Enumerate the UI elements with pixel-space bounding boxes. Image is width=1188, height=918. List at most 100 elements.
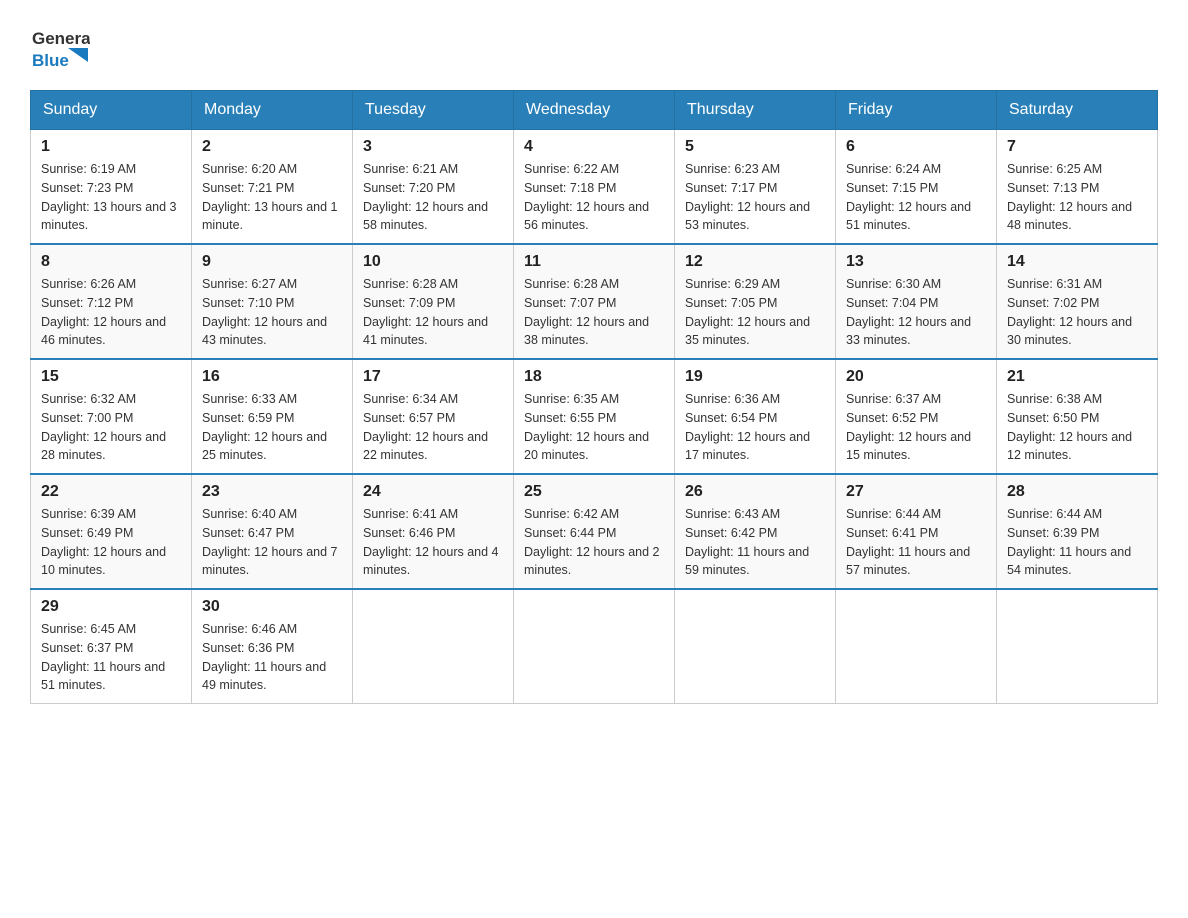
day-number: 14 [1007,253,1147,271]
calendar-day-cell: 9 Sunrise: 6:27 AMSunset: 7:10 PMDaylight… [192,244,353,359]
day-info: Sunrise: 6:46 AMSunset: 6:36 PMDaylight:… [202,620,342,695]
day-info: Sunrise: 6:34 AMSunset: 6:57 PMDaylight:… [363,390,503,465]
day-number: 19 [685,368,825,386]
calendar-day-cell: 12 Sunrise: 6:29 AMSunset: 7:05 PMDayligh… [675,244,836,359]
calendar-day-cell: 1Sunrise: 6:19 AMSunset: 7:23 PMDaylight… [31,130,192,245]
weekday-header-saturday: Saturday [997,91,1158,130]
day-info: Sunrise: 6:31 AMSunset: 7:02 PMDaylight:… [1007,275,1147,350]
page-header: General Blue [30,20,1158,80]
calendar-day-cell: 20Sunrise: 6:37 AMSunset: 6:52 PMDayligh… [836,359,997,474]
weekday-header-thursday: Thursday [675,91,836,130]
logo-icon: General Blue [30,20,90,75]
day-number: 29 [41,598,181,616]
calendar-day-cell: 6 Sunrise: 6:24 AMSunset: 7:15 PMDaylight… [836,130,997,245]
weekday-header-row: SundayMondayTuesdayWednesdayThursdayFrid… [31,91,1158,130]
weekday-header-wednesday: Wednesday [514,91,675,130]
calendar-day-cell: 15Sunrise: 6:32 AMSunset: 7:00 PMDayligh… [31,359,192,474]
calendar-day-cell: 18 Sunrise: 6:35 AMSunset: 6:55 PMDayligh… [514,359,675,474]
calendar-day-cell: 26 Sunrise: 6:43 AMSunset: 6:42 PMDayligh… [675,474,836,589]
day-info: Sunrise: 6:45 AMSunset: 6:37 PMDaylight:… [41,620,181,695]
day-number: 17 [363,368,503,386]
day-number: 13 [846,253,986,271]
day-info: Sunrise: 6:41 AMSunset: 6:46 PMDaylight:… [363,505,503,580]
day-number: 28 [1007,483,1147,501]
day-info: Sunrise: 6:28 AMSunset: 7:07 PMDaylight:… [524,275,664,350]
day-info: Sunrise: 6:36 AMSunset: 6:54 PMDaylight:… [685,390,825,465]
day-number: 15 [41,368,181,386]
calendar-day-cell: 22Sunrise: 6:39 AMSunset: 6:49 PMDayligh… [31,474,192,589]
calendar-day-cell: 16 Sunrise: 6:33 AMSunset: 6:59 PMDayligh… [192,359,353,474]
day-number: 8 [41,253,181,271]
calendar-day-cell: 19 Sunrise: 6:36 AMSunset: 6:54 PMDayligh… [675,359,836,474]
calendar-day-cell: 10Sunrise: 6:28 AMSunset: 7:09 PMDayligh… [353,244,514,359]
day-info: Sunrise: 6:19 AMSunset: 7:23 PMDaylight:… [41,160,181,235]
day-info: Sunrise: 6:24 AMSunset: 7:15 PMDaylight:… [846,160,986,235]
day-number: 5 [685,138,825,156]
calendar-day-cell: 4Sunrise: 6:22 AMSunset: 7:18 PMDaylight… [514,130,675,245]
calendar-day-cell: 5 Sunrise: 6:23 AMSunset: 7:17 PMDaylight… [675,130,836,245]
day-number: 24 [363,483,503,501]
weekday-header-sunday: Sunday [31,91,192,130]
day-info: Sunrise: 6:23 AMSunset: 7:17 PMDaylight:… [685,160,825,235]
calendar-day-cell: 2 Sunrise: 6:20 AMSunset: 7:21 PMDaylight… [192,130,353,245]
svg-text:Blue: Blue [32,51,69,70]
day-number: 9 [202,253,342,271]
day-info: Sunrise: 6:33 AMSunset: 6:59 PMDaylight:… [202,390,342,465]
weekday-header-friday: Friday [836,91,997,130]
day-number: 18 [524,368,664,386]
day-info: Sunrise: 6:30 AMSunset: 7:04 PMDaylight:… [846,275,986,350]
calendar-week-row: 1Sunrise: 6:19 AMSunset: 7:23 PMDaylight… [31,130,1158,245]
calendar-day-cell: 17 Sunrise: 6:34 AMSunset: 6:57 PMDayligh… [353,359,514,474]
calendar-day-cell: 27 Sunrise: 6:44 AMSunset: 6:41 PMDayligh… [836,474,997,589]
day-info: Sunrise: 6:20 AMSunset: 7:21 PMDaylight:… [202,160,342,235]
day-info: Sunrise: 6:29 AMSunset: 7:05 PMDaylight:… [685,275,825,350]
calendar-day-cell [675,589,836,704]
weekday-header-tuesday: Tuesday [353,91,514,130]
day-info: Sunrise: 6:44 AMSunset: 6:41 PMDaylight:… [846,505,986,580]
calendar-day-cell [997,589,1158,704]
calendar-day-cell [836,589,997,704]
day-number: 21 [1007,368,1147,386]
calendar-day-cell: 29 Sunrise: 6:45 AMSunset: 6:37 PMDayligh… [31,589,192,704]
calendar-day-cell: 25 Sunrise: 6:42 AMSunset: 6:44 PMDayligh… [514,474,675,589]
day-number: 23 [202,483,342,501]
calendar-day-cell: 24 Sunrise: 6:41 AMSunset: 6:46 PMDayligh… [353,474,514,589]
day-info: Sunrise: 6:38 AMSunset: 6:50 PMDaylight:… [1007,390,1147,465]
svg-text:General: General [32,29,90,48]
calendar-day-cell: 28 Sunrise: 6:44 AMSunset: 6:39 PMDayligh… [997,474,1158,589]
calendar-day-cell: 13 Sunrise: 6:30 AMSunset: 7:04 PMDayligh… [836,244,997,359]
calendar-day-cell: 8 Sunrise: 6:26 AMSunset: 7:12 PMDaylight… [31,244,192,359]
day-info: Sunrise: 6:44 AMSunset: 6:39 PMDaylight:… [1007,505,1147,580]
day-number: 2 [202,138,342,156]
day-number: 6 [846,138,986,156]
day-number: 26 [685,483,825,501]
day-number: 27 [846,483,986,501]
calendar-week-row: 29 Sunrise: 6:45 AMSunset: 6:37 PMDayligh… [31,589,1158,704]
day-info: Sunrise: 6:40 AMSunset: 6:47 PMDaylight:… [202,505,342,580]
calendar-day-cell: 7Sunrise: 6:25 AMSunset: 7:13 PMDaylight… [997,130,1158,245]
calendar-week-row: 22Sunrise: 6:39 AMSunset: 6:49 PMDayligh… [31,474,1158,589]
day-info: Sunrise: 6:42 AMSunset: 6:44 PMDaylight:… [524,505,664,580]
day-number: 7 [1007,138,1147,156]
day-number: 25 [524,483,664,501]
day-number: 30 [202,598,342,616]
day-info: Sunrise: 6:35 AMSunset: 6:55 PMDaylight:… [524,390,664,465]
day-number: 16 [202,368,342,386]
day-number: 11 [524,253,664,271]
calendar-day-cell: 11 Sunrise: 6:28 AMSunset: 7:07 PMDayligh… [514,244,675,359]
day-number: 3 [363,138,503,156]
day-number: 4 [524,138,664,156]
calendar-week-row: 15Sunrise: 6:32 AMSunset: 7:00 PMDayligh… [31,359,1158,474]
calendar-day-cell: 3Sunrise: 6:21 AMSunset: 7:20 PMDaylight… [353,130,514,245]
calendar-day-cell: 21 Sunrise: 6:38 AMSunset: 6:50 PMDayligh… [997,359,1158,474]
day-info: Sunrise: 6:39 AMSunset: 6:49 PMDaylight:… [41,505,181,580]
day-info: Sunrise: 6:43 AMSunset: 6:42 PMDaylight:… [685,505,825,580]
day-info: Sunrise: 6:26 AMSunset: 7:12 PMDaylight:… [41,275,181,350]
day-info: Sunrise: 6:37 AMSunset: 6:52 PMDaylight:… [846,390,986,465]
day-info: Sunrise: 6:28 AMSunset: 7:09 PMDaylight:… [363,275,503,350]
weekday-header-monday: Monday [192,91,353,130]
logo: General Blue [30,20,90,80]
day-info: Sunrise: 6:27 AMSunset: 7:10 PMDaylight:… [202,275,342,350]
day-number: 12 [685,253,825,271]
calendar-table: SundayMondayTuesdayWednesdayThursdayFrid… [30,90,1158,704]
